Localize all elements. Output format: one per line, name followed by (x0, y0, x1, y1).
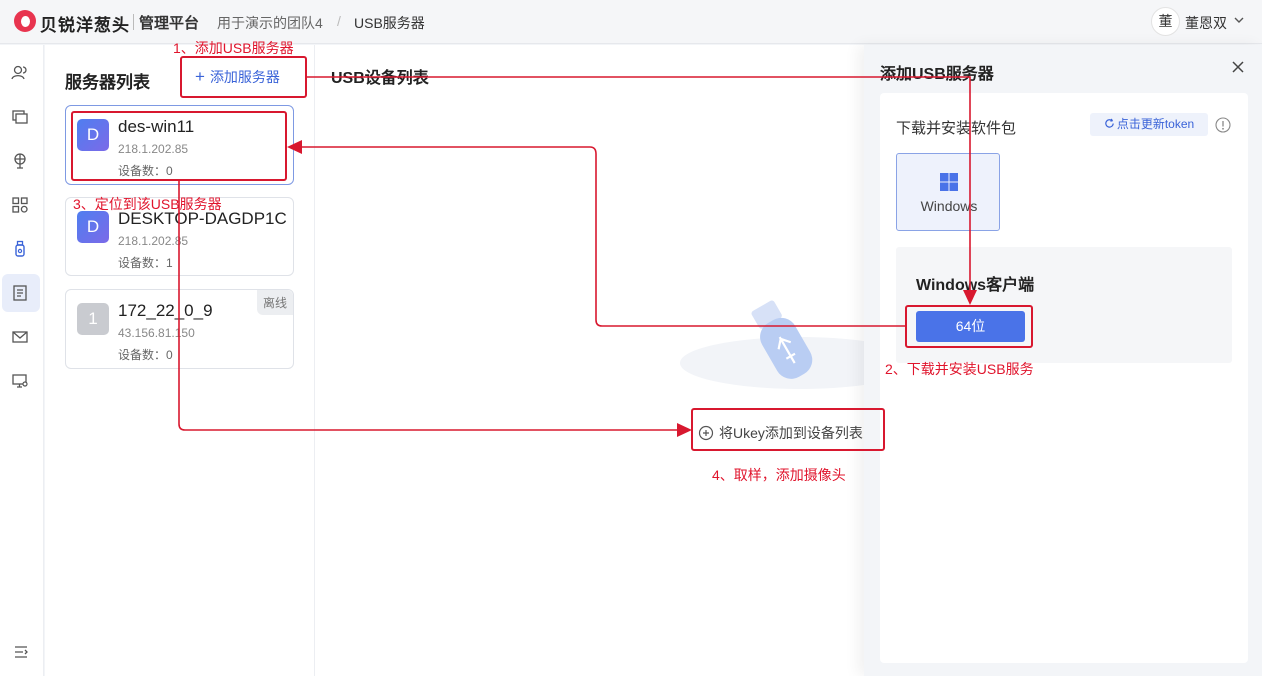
annotation-box-add-ukey (691, 408, 885, 451)
usb-drive-illustration-icon (680, 300, 870, 389)
left-nav-rail (0, 45, 44, 676)
globe-icon[interactable] (10, 151, 30, 171)
server-ip: 43.156.81.150 (118, 326, 195, 340)
windows-logo-icon (940, 173, 958, 191)
info-icon[interactable] (1215, 117, 1231, 133)
annotation-step2: 2、下载并安装USB服务 (885, 361, 1034, 377)
brand-logo-icon (14, 10, 36, 32)
os-option-windows[interactable]: Windows (896, 153, 1000, 231)
windows-icon[interactable] (10, 107, 30, 127)
refresh-icon (1105, 118, 1114, 128)
server-avatar: 1 (77, 303, 109, 335)
server-ip: 218.1.202.85 (118, 234, 189, 248)
client-title: Windows客户端 (916, 277, 1035, 294)
usb-device-list-title: USB设备列表 (331, 70, 429, 87)
os-option-label: Windows (920, 198, 978, 214)
server-device-count: 设备数：0 (118, 348, 173, 362)
brand-divider (133, 14, 134, 30)
collapse-menu-icon[interactable] (13, 644, 29, 660)
apps-icon[interactable] (10, 195, 30, 215)
brand-name: 贝锐洋葱头 (40, 16, 130, 35)
user-avatar[interactable]: 董 (1151, 7, 1180, 36)
refresh-token-label: 点击更新token (1116, 117, 1195, 131)
annotation-step1: 1、添加USB服务器 (173, 40, 294, 56)
server-name: 172_22_0_9 (118, 301, 213, 320)
annotation-box-server-card (71, 111, 287, 181)
platform-title: 管理平台 (139, 15, 200, 32)
annotation-box-add-server (180, 56, 307, 98)
annotation-step4: 4、取样，添加摄像头 (712, 467, 846, 483)
users-icon[interactable] (10, 63, 30, 83)
annotation-box-download (905, 305, 1033, 348)
close-icon[interactable] (1230, 59, 1246, 75)
server-avatar: D (77, 211, 109, 243)
breadcrumb-current: USB服务器 (354, 15, 425, 31)
drawer-title: 添加USB服务器 (880, 66, 994, 83)
mail-icon[interactable] (10, 327, 30, 347)
offline-badge: 离线 (256, 290, 293, 315)
server-device-count: 设备数：1 (118, 256, 173, 270)
breadcrumb-team[interactable]: 用于演示的团队4 (217, 13, 323, 33)
server-card[interactable]: 1 172_22_0_9 43.156.81.150 设备数：0 离线 (65, 289, 294, 369)
annotation-step3: 3、定位到该USB服务器 (73, 196, 222, 212)
chevron-down-icon[interactable] (1233, 14, 1245, 26)
server-list-title: 服务器列表 (65, 73, 150, 92)
usb-key-icon[interactable] (10, 239, 30, 259)
monitor-settings-icon[interactable] (10, 371, 30, 391)
refresh-token-button[interactable]: 点击更新token (1090, 113, 1208, 136)
download-package-label: 下载并安装软件包 (896, 120, 1017, 137)
user-name[interactable]: 董恩双 (1185, 13, 1227, 33)
document-icon[interactable] (10, 283, 30, 303)
usb-device-list-area: USB设备列表 将Ukey添加到设备列表 (315, 45, 870, 676)
breadcrumb-separator: / (337, 13, 341, 29)
